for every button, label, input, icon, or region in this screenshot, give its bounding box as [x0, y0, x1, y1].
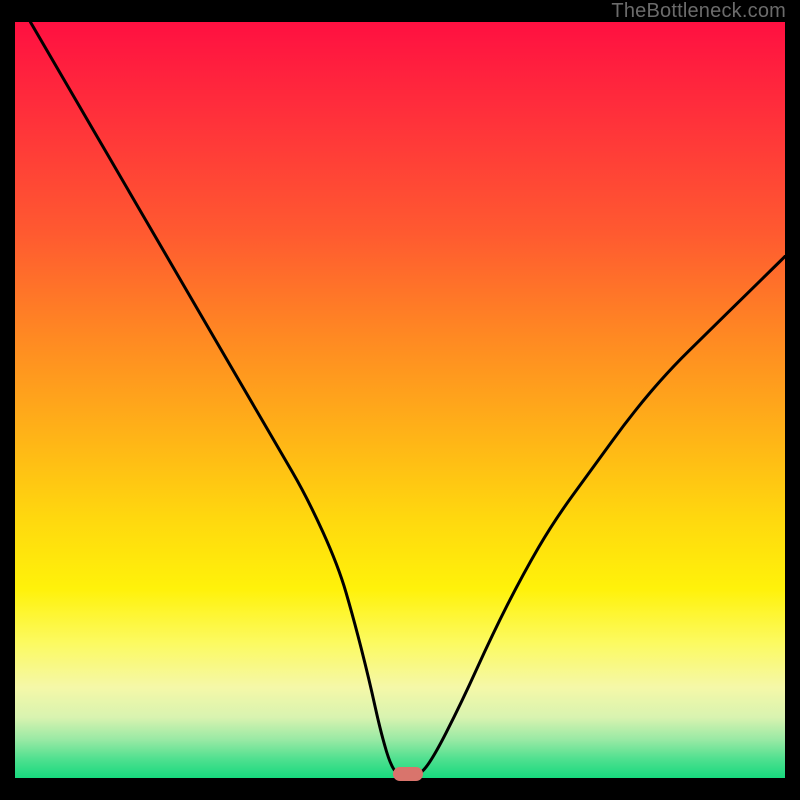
chart-stage: TheBottleneck.com — [0, 0, 800, 800]
watermark-text: TheBottleneck.com — [611, 0, 786, 23]
bottleneck-curve — [15, 22, 785, 778]
optimum-marker — [393, 767, 423, 781]
plot-area — [15, 22, 785, 778]
